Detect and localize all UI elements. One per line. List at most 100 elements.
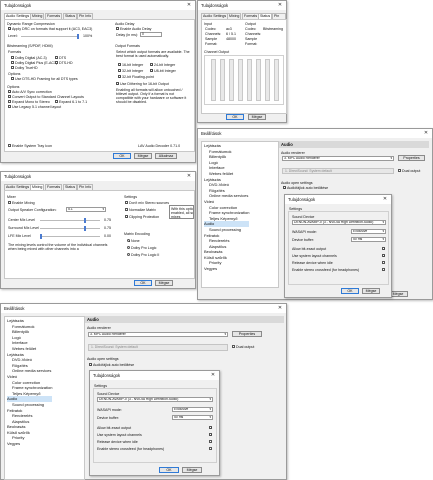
system-layout-checkbox[interactable]: [382, 254, 385, 257]
sound-device-select[interactable]: DENON-AVAMP-0 (3 - NVIDIA High Definitio…: [292, 220, 386, 225]
av-sync-checkbox[interactable]: [8, 90, 11, 93]
system-layout-checkbox[interactable]: [209, 433, 212, 436]
close-icon[interactable]: ✕: [277, 305, 283, 311]
dont-mix-stereo-checkbox[interactable]: [125, 201, 128, 204]
surround-mix-value: 0.75: [104, 226, 111, 230]
dts-framing-checkbox[interactable]: [11, 77, 14, 80]
bitstream-ac3-checkbox[interactable]: [11, 56, 14, 59]
out-u8bit-checkbox[interactable]: [150, 69, 153, 72]
surround-mix-slider-thumb[interactable]: [83, 226, 86, 231]
expand-61-checkbox[interactable]: [55, 100, 58, 103]
convert-layout-checkbox[interactable]: [8, 95, 11, 98]
audio-delay-checkbox[interactable]: [116, 27, 119, 30]
bitstream-eac3-label: Dolby Digital Plus (E-AC3): [15, 61, 58, 65]
ok-button[interactable]: OK: [113, 153, 131, 159]
properties-button[interactable]: Properties: [398, 155, 425, 161]
ok-button[interactable]: OK: [341, 288, 359, 294]
audio-open-group-label: Audio open settings: [87, 357, 119, 361]
out-24bit-checkbox[interactable]: [150, 63, 153, 66]
bitstream-dts-checkbox[interactable]: [55, 56, 58, 59]
enable-mixing-checkbox[interactable]: [8, 201, 11, 204]
legacy-51-checkbox[interactable]: [8, 105, 11, 108]
properties-button[interactable]: Properties: [232, 331, 262, 337]
ok-button[interactable]: OK: [134, 280, 152, 286]
crossfeed-checkbox[interactable]: [382, 268, 385, 271]
bitstream-eac3-checkbox[interactable]: [11, 61, 14, 64]
tree-item[interactable]: Vegyes: [204, 266, 249, 272]
crossfeed-checkbox[interactable]: [209, 447, 212, 450]
bit-exact-checkbox[interactable]: [382, 247, 385, 250]
lfe-mix-slider[interactable]: [40, 236, 100, 237]
close-icon[interactable]: ✕: [277, 2, 283, 8]
cancel-button[interactable]: Mégse: [362, 288, 380, 294]
close-icon[interactable]: ✕: [186, 2, 192, 8]
in-codec-label: Codec:: [205, 27, 217, 31]
matrix-dpl2-radio[interactable]: [127, 253, 130, 256]
apply-button[interactable]: Alkalmaz: [155, 153, 177, 159]
options-tree[interactable]: Lejátszás Formátumok Billentyűk Logó Interfa…: [4, 316, 85, 480]
level-slider-thumb[interactable]: [77, 34, 79, 39]
window-title: Beállítások: [198, 129, 432, 138]
audio-renderer-select[interactable]: 3. MPC Audio Renderer: [282, 156, 394, 161]
close-icon[interactable]: ✕: [186, 173, 192, 179]
secondary-renderer-select[interactable]: 1. DirectSound: System default: [282, 168, 394, 174]
speaker-config-select[interactable]: 5.1: [66, 207, 106, 212]
close-icon[interactable]: ✕: [210, 372, 216, 378]
dual-output-checkbox[interactable]: [232, 345, 235, 348]
lfe-mix-label: LFE Mix Level: [8, 234, 31, 238]
lav-status-window: Tulajdonságok ✕ Audio Settings Mixing Fo…: [197, 0, 287, 123]
device-buffer-select[interactable]: 50 ms: [172, 415, 213, 420]
tree-item[interactable]: Frame synchronization: [7, 385, 52, 391]
bitstream-truehd-checkbox[interactable]: [11, 66, 14, 69]
tree-item[interactable]: Frame synchronization: [204, 210, 249, 216]
system-tray-checkbox[interactable]: [8, 144, 11, 147]
cancel-button[interactable]: Mégse: [248, 114, 266, 120]
close-icon[interactable]: ✕: [423, 130, 429, 136]
ok-button[interactable]: OK: [159, 467, 179, 473]
cancel-button[interactable]: Mégse: [134, 153, 152, 159]
device-buffer-label: Device buffer:: [97, 416, 120, 420]
sound-device-select[interactable]: DENON-AVAMP-0 (3 - NVIDIA High Definitio…: [97, 397, 213, 402]
center-mix-slider-thumb[interactable]: [83, 218, 86, 223]
bit-exact-checkbox[interactable]: [209, 426, 212, 429]
release-device-checkbox[interactable]: [382, 261, 385, 264]
options-tree[interactable]: Lejátszás Formátumok Billentyűk Logó Interfa…: [201, 141, 279, 288]
ok-button[interactable]: OK: [226, 114, 244, 120]
secondary-renderer-select[interactable]: 1. DirectSound: System default: [88, 344, 228, 351]
release-device-checkbox[interactable]: [209, 440, 212, 443]
cancel-button[interactable]: Mégse: [155, 280, 173, 286]
cancel-button[interactable]: Mégse: [182, 467, 202, 473]
out-float-checkbox[interactable]: [118, 75, 121, 78]
tree-item[interactable]: Vegyes: [7, 441, 52, 447]
audio-delay-label: Enable Audio Delay: [120, 27, 152, 31]
lfe-mix-slider-thumb[interactable]: [40, 234, 42, 239]
delay-ms-label: Delay (in ms):: [116, 33, 139, 37]
delay-ms-input[interactable]: 0: [140, 32, 162, 37]
autoload-checkbox[interactable]: [283, 186, 286, 189]
renderer-properties-dialog: Tulajdonságok ✕ Settings Sound Device DE…: [284, 194, 392, 298]
close-icon[interactable]: ✕: [382, 196, 388, 202]
dual-output-checkbox[interactable]: [398, 169, 401, 172]
expand-mono-checkbox[interactable]: [8, 100, 11, 103]
dither-checkbox[interactable]: [116, 82, 119, 85]
level-slider[interactable]: [21, 36, 79, 37]
clipping-protection-checkbox[interactable]: [125, 215, 128, 218]
in-channels-label: Channels:: [205, 32, 222, 36]
wasapi-mode-select[interactable]: Exclusive: [172, 407, 213, 412]
out-32bit-checkbox[interactable]: [118, 69, 121, 72]
wasapi-mode-select[interactable]: Exclusive: [351, 229, 386, 234]
out-16bit-checkbox[interactable]: [118, 63, 121, 66]
wasapi-mode-label: WASAPI mode:: [97, 408, 122, 412]
normalize-matrix-checkbox[interactable]: [125, 208, 128, 211]
bitstream-dtshd-checkbox[interactable]: [55, 61, 58, 64]
autoload-checkbox[interactable]: [89, 363, 92, 366]
audio-renderer-select[interactable]: 3. MPC Audio Renderer: [88, 332, 228, 337]
surround-mix-slider[interactable]: [40, 228, 100, 229]
matrix-dpl-radio[interactable]: [127, 246, 130, 249]
channel-meter: [247, 59, 252, 101]
center-mix-slider[interactable]: [40, 220, 100, 221]
matrix-none-radio[interactable]: [127, 239, 130, 242]
device-buffer-select[interactable]: 50 ms: [351, 237, 386, 242]
audio-open-group-label: Audio open settings: [281, 181, 313, 185]
drc-checkbox[interactable]: [8, 27, 11, 30]
